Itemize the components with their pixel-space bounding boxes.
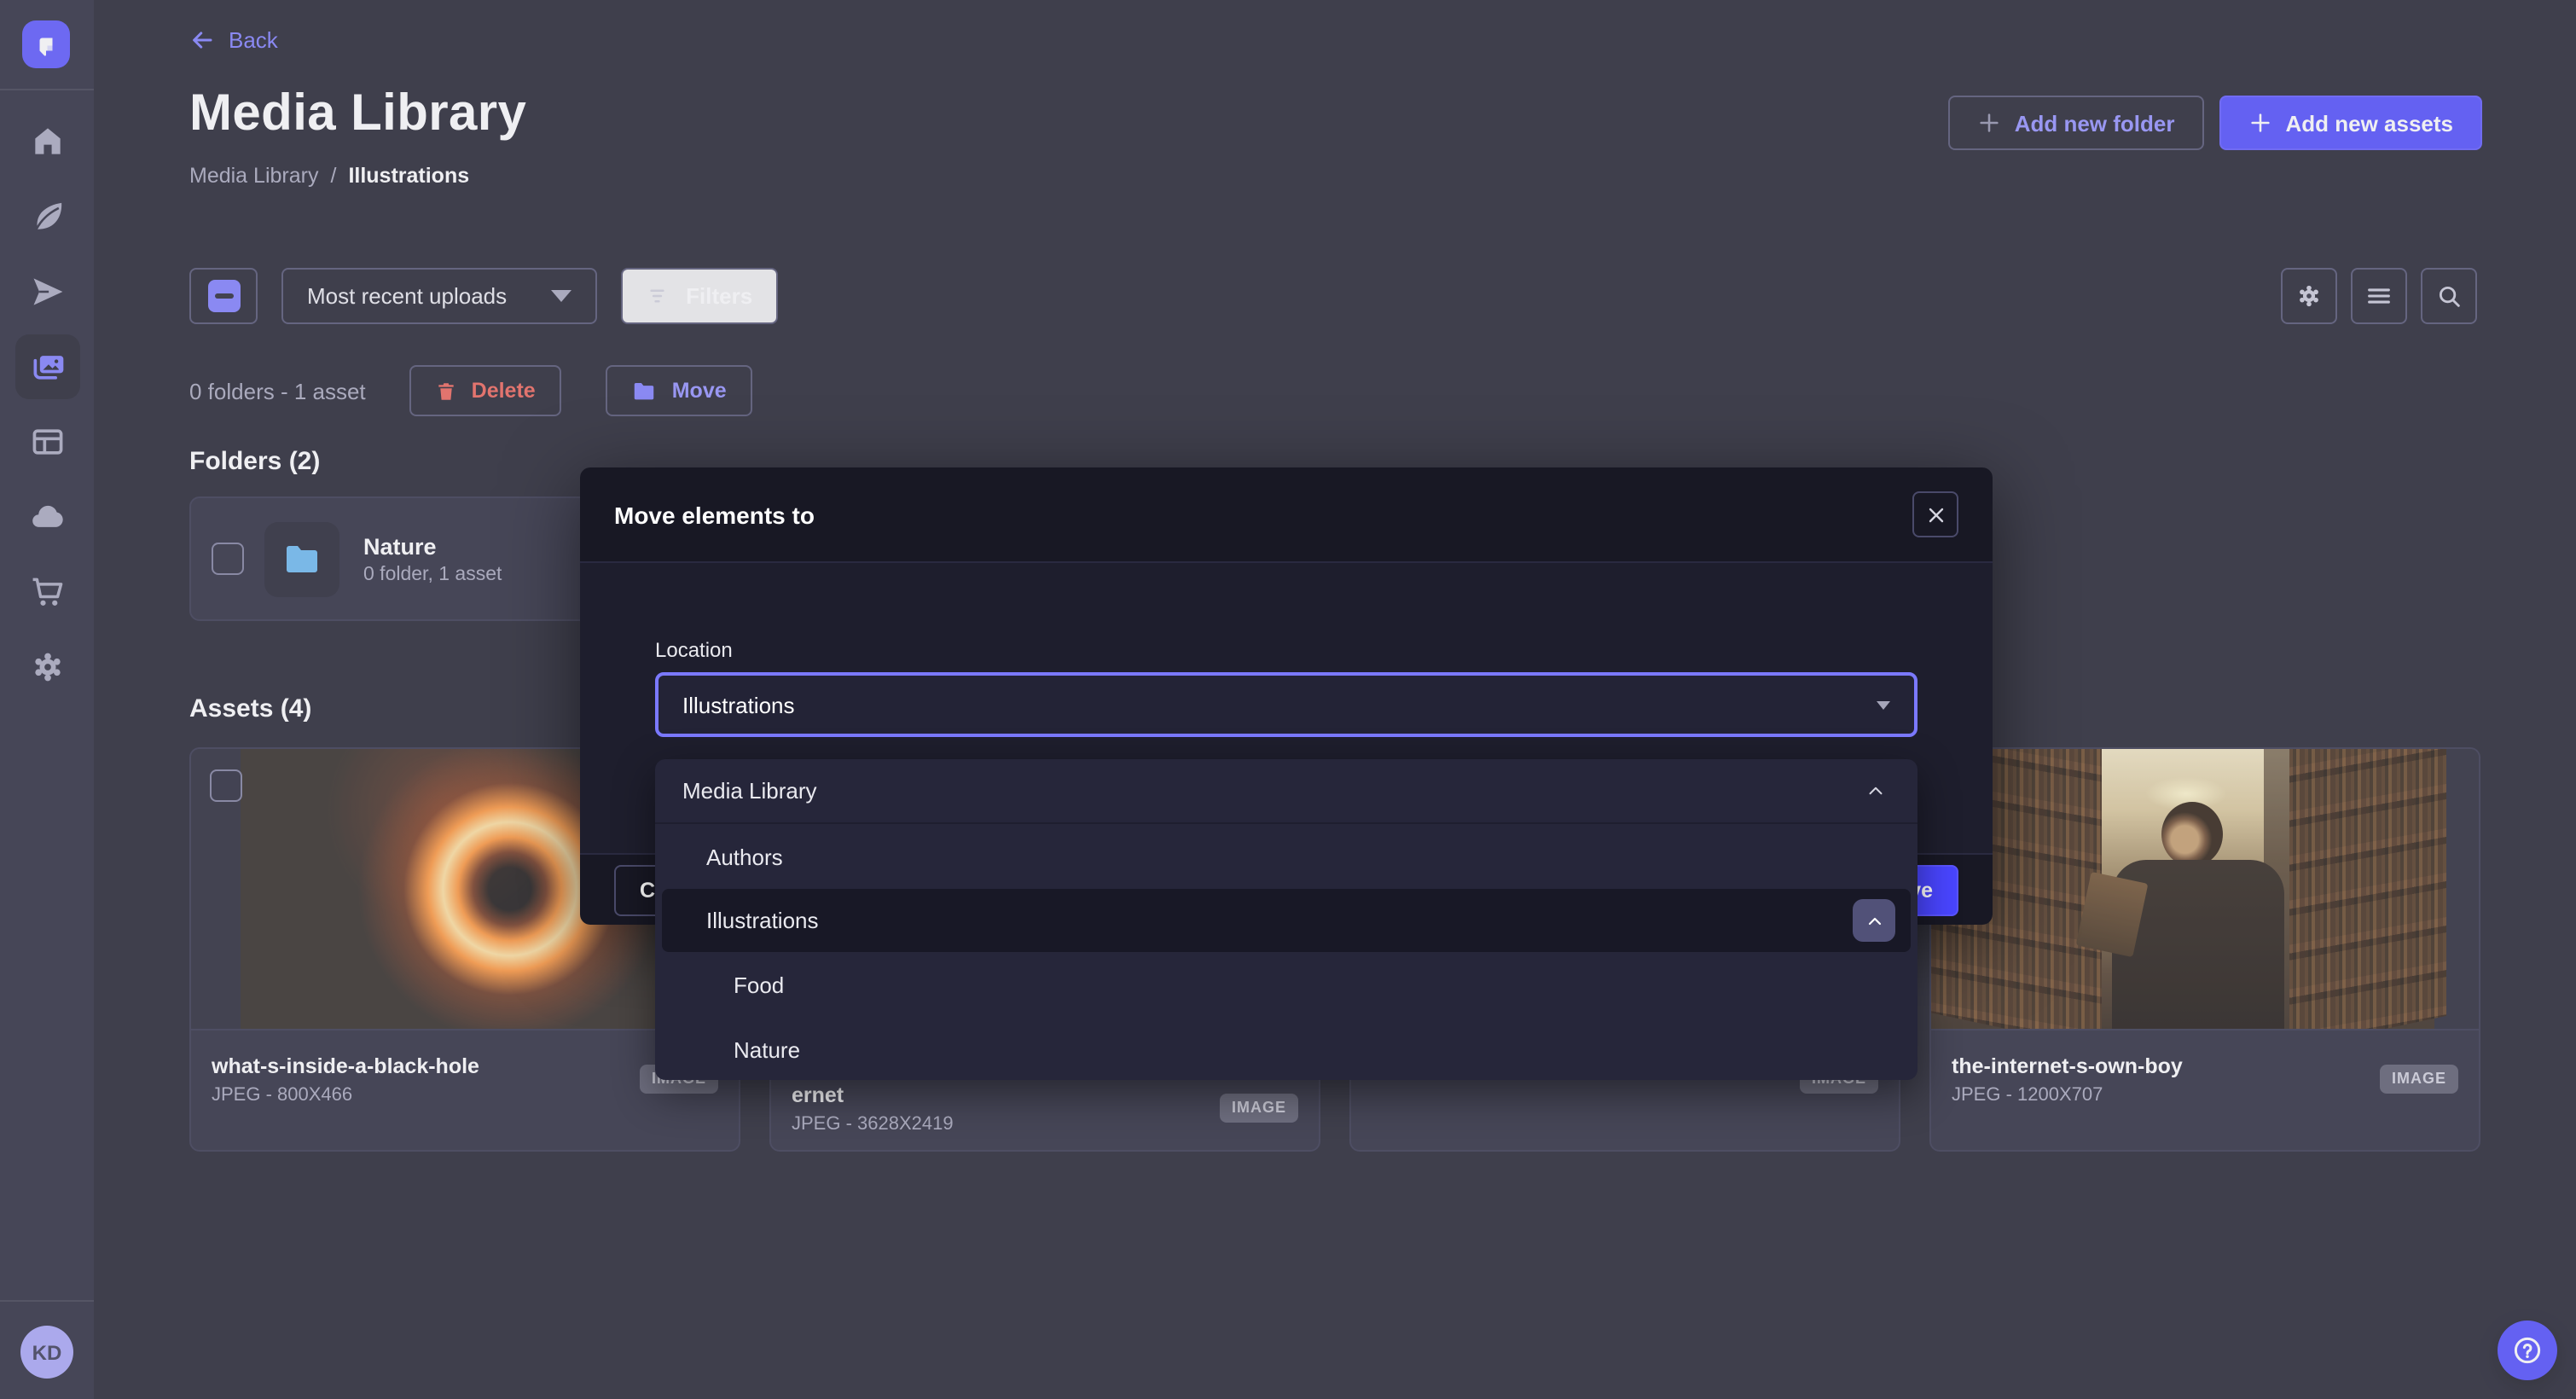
tree-item-nature[interactable]: Nature: [655, 1017, 1917, 1080]
tree-item-label: Media Library: [682, 778, 817, 804]
location-dropdown: Media Library Authors Illustrations Food…: [655, 759, 1917, 1080]
tree-item-label: Food: [734, 972, 784, 997]
chevron-up-icon[interactable]: [1865, 780, 1887, 802]
location-label: Location: [655, 638, 1917, 662]
location-select-value: Illustrations: [682, 692, 795, 717]
close-icon: [1925, 504, 1946, 525]
tree-item-media-library[interactable]: Media Library: [655, 759, 1917, 824]
tree-item-label: Nature: [734, 1036, 800, 1062]
tree-item-label: Illustrations: [706, 908, 819, 933]
modal-title: Move elements to: [614, 501, 815, 528]
app-window: KD Back Media Library Media Library / Il…: [0, 0, 2576, 1399]
modal-header: Move elements to: [580, 467, 1993, 563]
collapse-button[interactable]: [1853, 899, 1895, 942]
tree-item-food[interactable]: Food: [655, 952, 1917, 1017]
modal-close-button[interactable]: [1912, 491, 1958, 537]
tree-item-label: Authors: [706, 844, 783, 869]
chevron-down-icon: [1877, 700, 1890, 709]
location-select[interactable]: Illustrations: [655, 672, 1917, 737]
tree-item-illustrations-selected[interactable]: Illustrations: [662, 889, 1911, 952]
tree-item-authors[interactable]: Authors: [655, 824, 1917, 889]
chevron-up-icon: [1864, 910, 1884, 931]
